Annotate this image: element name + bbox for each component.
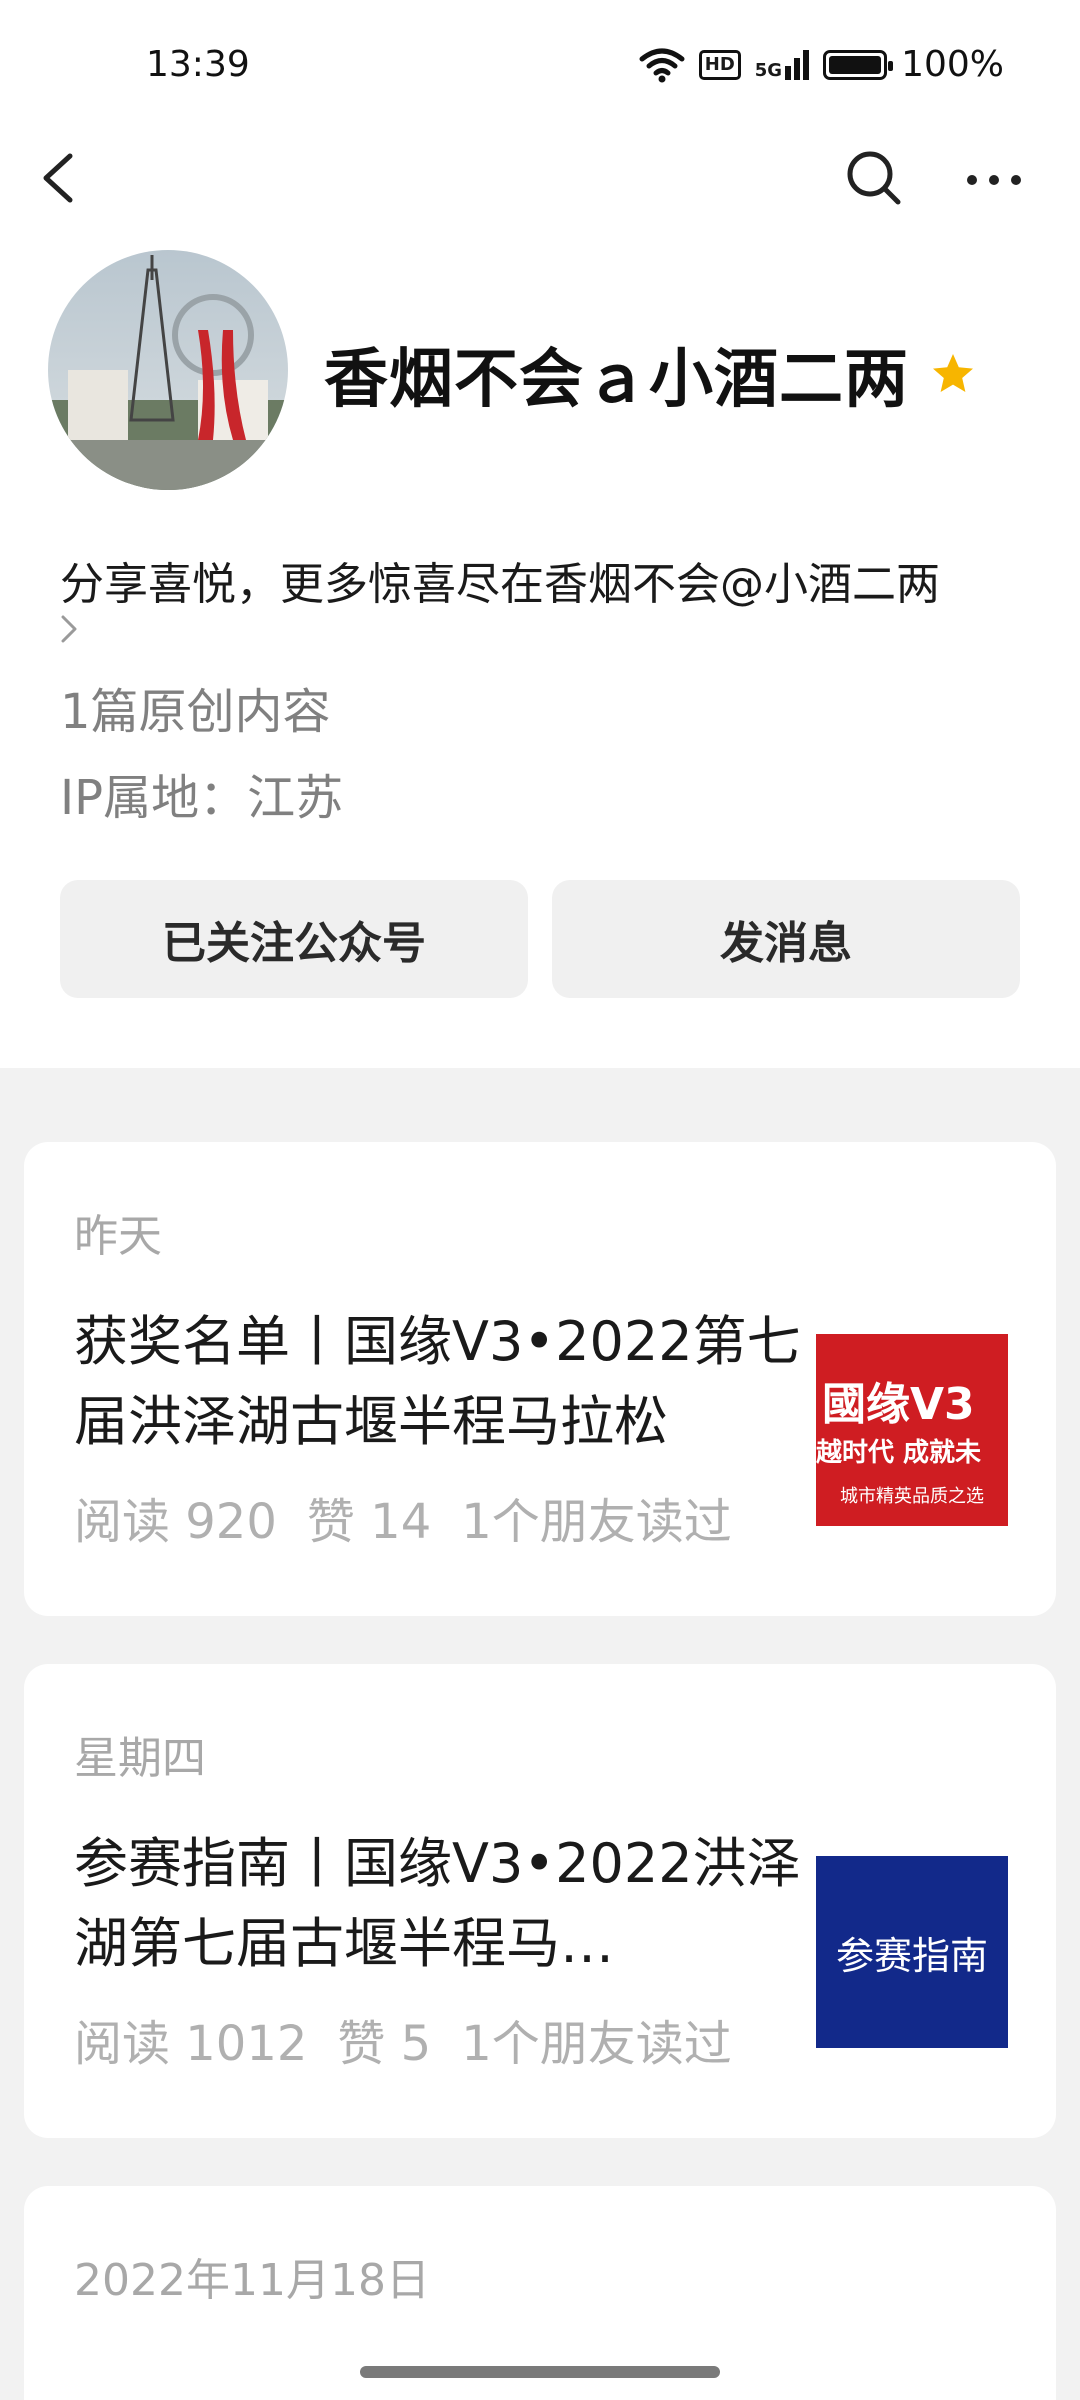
article-stats: 阅读 1012 赞 5 1个朋友读过	[74, 2004, 762, 2074]
profile-header: 13:39 HD 5G 100% 香烟不会ａ小酒二两 分享喜悦，更多惊喜尽在香烟…	[0, 0, 1080, 1068]
read-count: 阅读 920	[74, 1494, 277, 1550]
article-date: 昨天	[74, 1211, 162, 1262]
account-name-row: 香烟不会ａ小酒二两	[324, 328, 977, 420]
back-button[interactable]	[36, 148, 80, 208]
thumbnail-text: 参赛指南	[835, 1933, 988, 1978]
article-title[interactable]: 获奖名单丨国缘V3•2022第七届洪泽湖古堰半程马拉松	[74, 1302, 814, 1462]
home-indicator[interactable]	[360, 2366, 720, 2378]
battery-icon	[823, 49, 894, 80]
hd-badge: HD	[698, 49, 741, 80]
thumbnail-line: 國缘V3	[822, 1379, 975, 1430]
original-count[interactable]: 1篇原创内容	[60, 672, 331, 742]
article-thumbnail[interactable]: 國缘V3 越时代 成就未 城市精英品质之选	[816, 1334, 1008, 1526]
avatar[interactable]	[48, 250, 288, 490]
signal-icon: 5G	[754, 49, 810, 81]
ip-location: IP属地：江苏	[60, 770, 344, 826]
account-name: 香烟不会ａ小酒二两	[324, 343, 909, 417]
read-count: 阅读 1012	[74, 2016, 308, 2072]
friends-read: 1个朋友读过	[461, 2016, 732, 2072]
article-card[interactable]: 星期四 参赛指南丨国缘V3•2022洪泽湖第七届古堰半程马… 阅读 1012 赞 …	[24, 1664, 1056, 2138]
status-bar: 13:39 HD 5G 100%	[0, 0, 1080, 140]
like-count: 赞 14	[306, 1494, 432, 1550]
chevron-right-icon[interactable]	[58, 612, 80, 646]
article-thumbnail[interactable]: 参赛指南	[816, 1856, 1008, 2048]
status-time: 13:39	[146, 44, 250, 85]
article-card[interactable]: 昨天 获奖名单丨国缘V3•2022第七届洪泽湖古堰半程马拉松 阅读 920 赞 1…	[24, 1142, 1056, 1616]
battery-percent: 100%	[901, 44, 1004, 85]
star-icon	[933, 354, 973, 392]
status-icons: HD 5G 100%	[639, 44, 1004, 85]
article-date: 星期四	[74, 1733, 206, 1784]
thumbnail-line: 城市精英品质之选	[840, 1486, 984, 1507]
more-icon[interactable]	[964, 160, 1024, 200]
account-description[interactable]: 分享喜悦，更多惊喜尽在香烟不会@小酒二两	[60, 548, 940, 612]
send-message-button[interactable]: 发消息	[552, 880, 1020, 998]
article-stats: 阅读 920 赞 14 1个朋友读过	[74, 1482, 762, 1552]
followed-button[interactable]: 已关注公众号	[60, 880, 528, 998]
article-date: 2022年11月18日	[74, 2255, 430, 2306]
search-icon[interactable]	[844, 148, 904, 208]
signal-label: 5G	[754, 59, 783, 81]
friends-read: 1个朋友读过	[461, 1494, 732, 1550]
article-title[interactable]: 参赛指南丨国缘V3•2022洪泽湖第七届古堰半程马…	[74, 1824, 814, 1984]
like-count: 赞 5	[337, 2016, 432, 2072]
wifi-icon	[639, 48, 685, 82]
thumbnail-line: 越时代 成就未	[816, 1438, 982, 1468]
